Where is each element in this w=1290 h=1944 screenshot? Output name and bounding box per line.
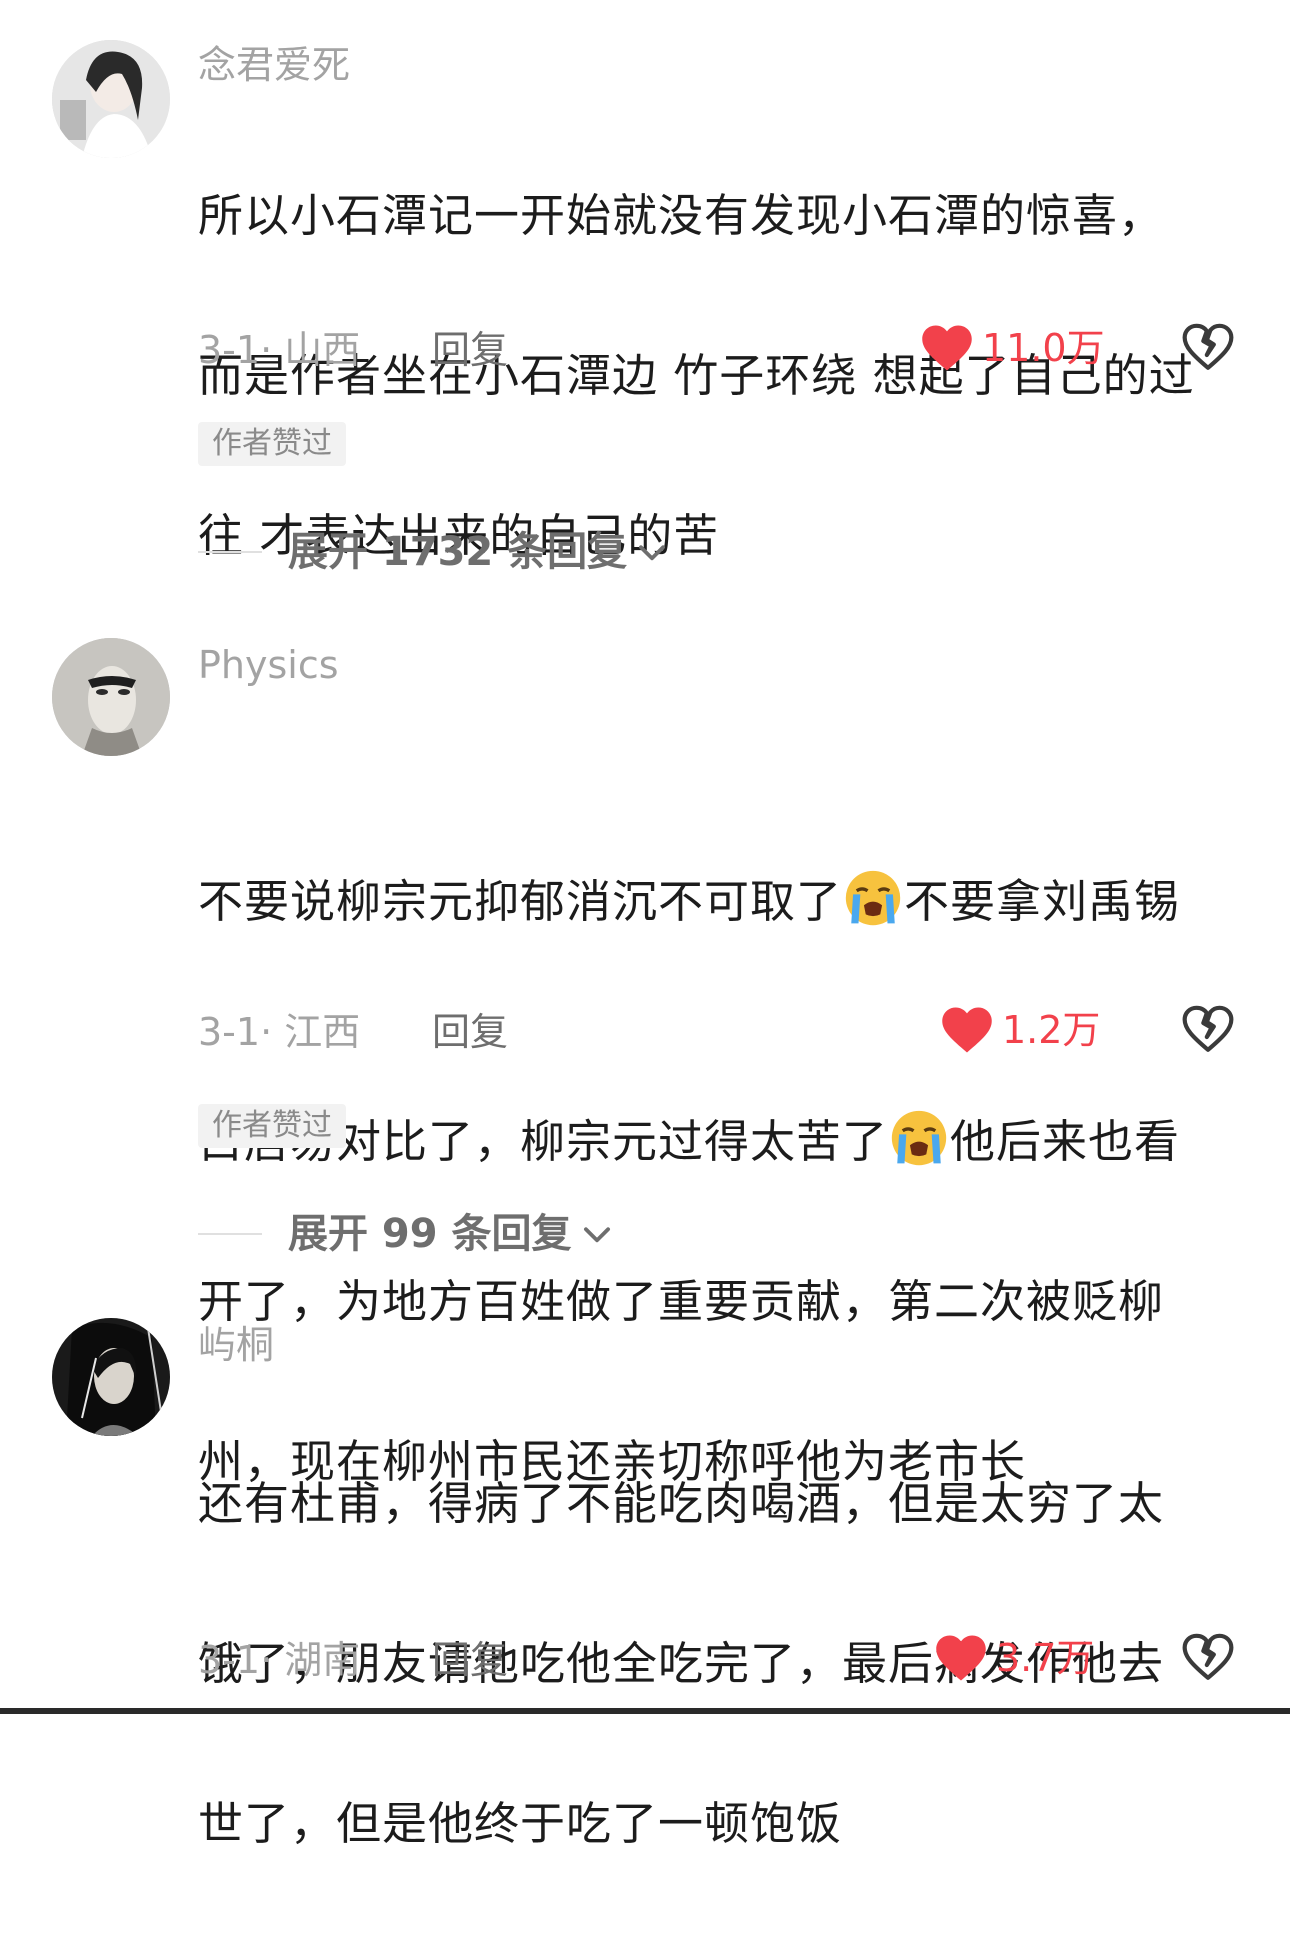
- expand-replies-button[interactable]: 展开 1732 条回复: [198, 524, 671, 580]
- date-location: 3-1· 山西: [198, 328, 361, 372]
- comment-line: 不要说柳宗元抑郁消沉不可取了 不要拿刘禹锡: [198, 782, 1248, 942]
- username[interactable]: 念君爱死: [198, 40, 350, 90]
- comment-line: 还有杜甫，得病了不能吃肉喝酒，但是太穷了太: [198, 1477, 1165, 1530]
- like-button[interactable]: 3.7万: [934, 1632, 1094, 1684]
- like-count: 1.2万: [1002, 1008, 1101, 1052]
- divider: [198, 551, 262, 553]
- avatar[interactable]: [52, 1318, 170, 1436]
- comment-text-segment: 不要说柳宗元抑郁消沉不可取了: [198, 875, 843, 928]
- like-button[interactable]: 11.0万: [920, 322, 1105, 374]
- loudly-crying-face-emoji: [845, 870, 901, 926]
- bottom-divider: [0, 1708, 1290, 1714]
- heart-icon: [922, 325, 972, 371]
- divider: [198, 1233, 262, 1235]
- broken-heart-icon[interactable]: [1180, 320, 1236, 376]
- chevron-down-icon: [583, 1227, 610, 1243]
- heart-icon: [942, 1007, 992, 1053]
- comment-line: 开了，为地方百姓做了重要贡献，第二次被贬柳: [198, 1275, 1165, 1328]
- reply-button[interactable]: 回复: [432, 1006, 508, 1058]
- username[interactable]: Physics: [198, 640, 339, 690]
- broken-heart-icon[interactable]: [1180, 1630, 1236, 1686]
- chevron-down-icon: [639, 545, 666, 561]
- username[interactable]: 屿桐: [198, 1320, 274, 1370]
- comment-line: 所以小石潭记一开始就没有发现小石潭的惊喜，: [198, 189, 1165, 242]
- date-location: 3-1· 江西: [198, 1010, 361, 1054]
- author-liked-badge: 作者赞过: [198, 422, 346, 466]
- like-count: 3.7万: [996, 1636, 1095, 1680]
- like-count: 11.0万: [982, 326, 1105, 370]
- date-location: 3-1· 湖南: [198, 1638, 361, 1682]
- comment-text-segment: 他后来也看: [950, 1115, 1181, 1168]
- comment-text-segment: 不要拿刘禹锡: [904, 875, 1181, 928]
- comment-line: 世了，但是他终于吃了一顿饱饭: [198, 1797, 843, 1850]
- expand-replies-button[interactable]: 展开 99 条回复: [198, 1206, 616, 1262]
- loudly-crying-face-emoji: [891, 1110, 947, 1166]
- avatar[interactable]: [52, 40, 170, 158]
- author-liked-badge: 作者赞过: [198, 1104, 346, 1148]
- avatar[interactable]: [52, 638, 170, 756]
- like-button[interactable]: 1.2万: [940, 1004, 1100, 1056]
- expand-replies-label: 展开 99 条回复: [288, 1211, 572, 1257]
- reply-button[interactable]: 回复: [432, 324, 508, 376]
- broken-heart-icon[interactable]: [1180, 1002, 1236, 1058]
- heart-icon: [936, 1635, 986, 1681]
- reply-button[interactable]: 回复: [432, 1634, 508, 1686]
- expand-replies-label: 展开 1732 条回复: [288, 529, 628, 575]
